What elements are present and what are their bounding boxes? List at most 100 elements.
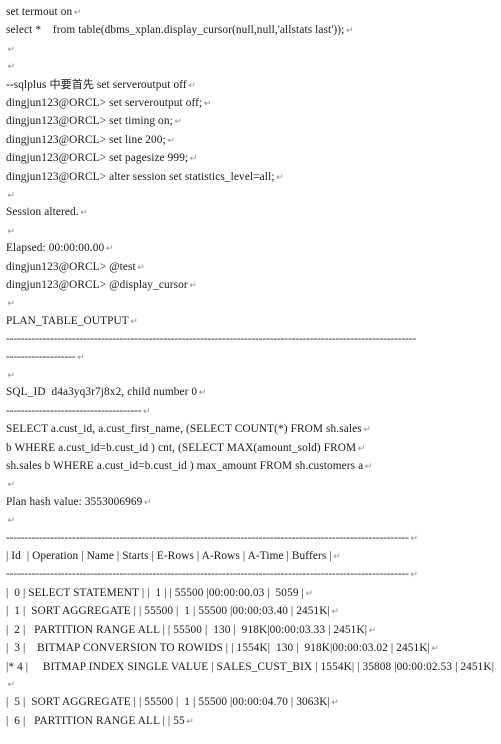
paragraph-mark: ↵: [7, 516, 16, 527]
transcript-line: Session altered. ↵: [6, 204, 495, 222]
transcript-line: SELECT a.cust_id, a.cust_first_name, (SE…: [6, 421, 495, 439]
paragraph-mark: ↵: [7, 44, 16, 55]
paragraph-mark: ↵: [143, 497, 152, 508]
transcript-line: Elapsed: 00:00:00.00 ↵: [6, 240, 495, 258]
transcript-line: dingjun123@ORCL> @test ↵: [6, 259, 495, 277]
line-text-tail: set serveroutput off: [93, 78, 187, 91]
paragraph-mark: ↵: [167, 135, 175, 146]
transcript-line: SQL_ID d4a3yq3r7j8x2, child number 0 ↵: [6, 384, 495, 402]
paragraph-mark: ↵: [7, 679, 16, 690]
line-text: | 0 | SELECT STATEMENT | | 1 | | 55500 |…: [6, 586, 304, 599]
line-text: | 6 | PARTITION RANGE ALL | | 55: [6, 714, 185, 727]
paragraph-mark: ↵: [331, 698, 340, 709]
line-text: b WHERE a.cust_id=b.cust_id ) cnt, (SELE…: [6, 441, 357, 454]
line-text: dingjun123@ORCL> @test: [6, 260, 136, 273]
line-text: | 3 | BITMAP CONVERSION TO ROWIDS | | 15…: [6, 642, 430, 655]
paragraph-mark: ↵: [77, 352, 85, 363]
blank-line: ↵: [6, 476, 495, 493]
line-text: SQL_ID d4a3yq3r7j8x2, child number 0: [6, 386, 198, 399]
line-text: | 1 | SORT AGGREGATE | | 55500 | 1 | 555…: [6, 605, 330, 618]
separator-rule: ----------------------------------------…: [6, 568, 418, 581]
transcript-line: | 5 | SORT AGGREGATE | | 55500 | 1 | 555…: [6, 694, 495, 712]
paragraph-mark: ↵: [174, 117, 182, 128]
line-text: dingjun123@ORCL> alter session set stati…: [6, 170, 275, 183]
paragraph-mark: ↵: [80, 208, 88, 219]
transcript-line: | Id | Operation | Name | Starts | E-Row…: [6, 548, 495, 566]
paragraph-mark: ↵: [7, 299, 16, 310]
line-text: | 5 | SORT AGGREGATE | | 55500 | 1 | 555…: [6, 696, 330, 709]
transcript-line: dingjun123@ORCL> @display_cursor ↵: [6, 277, 495, 295]
paragraph-mark: ↵: [276, 172, 284, 183]
blank-line: ↵: [6, 295, 495, 312]
paragraph-mark: ↵: [188, 80, 196, 91]
transcript-line: PLAN_TABLE_OUTPUT ↵: [6, 313, 495, 331]
paragraph-mark: ↵: [143, 406, 151, 417]
paragraph-mark: ↵: [7, 371, 16, 382]
transcript-line: dingjun123@ORCL> set line 200; ↵: [6, 132, 495, 150]
paragraph-mark: ↵: [410, 533, 418, 544]
transcript-line: Plan hash value: 3553006969 ↵: [6, 494, 495, 512]
transcript-line: | 3 | BITMAP CONVERSION TO ROWIDS | | 15…: [6, 640, 495, 658]
separator-rule: ----------------------------------------…: [6, 333, 417, 346]
paragraph-mark: ↵: [357, 443, 366, 454]
paragraph-mark: ↵: [130, 316, 138, 327]
transcript-line: select * from table(dbms_xplan.display_c…: [6, 22, 495, 40]
transcript-line: set termout on ↵: [6, 4, 495, 22]
line-text: |* 4 | BITMAP INDEX SINGLE VALUE | SALES…: [6, 660, 495, 673]
line-text: Session altered.: [6, 206, 79, 219]
line-text: dingjun123@ORCL> set pagesize 999;: [6, 152, 189, 165]
line-text-cjk: 中要首先: [49, 77, 94, 91]
transcript-line: --sqlplus 中要首先 set serveroutput off ↵: [6, 76, 495, 95]
line-text: --sqlplus: [6, 78, 50, 91]
line-text: dingjun123@ORCL> @display_cursor: [6, 279, 188, 292]
paragraph-mark: ↵: [305, 588, 314, 599]
paragraph-mark: ↵: [189, 281, 197, 292]
transcript-line: dingjun123@ORCL> set serveroutput off; ↵: [6, 95, 495, 113]
transcript-line: sh.sales b WHERE a.cust_id=b.cust_id ) m…: [6, 458, 495, 476]
transcript-line: dingjun123@ORCL> set pagesize 999; ↵: [6, 150, 495, 168]
line-text: | 2 | PARTITION RANGE ALL | | 55500 | 13…: [6, 623, 368, 636]
separator-rule: ----------------------------------------…: [6, 531, 418, 544]
paragraph-mark: ↵: [331, 607, 340, 618]
line-text: dingjun123@ORCL> set serveroutput off;: [6, 97, 203, 109]
transcript-line: b WHERE a.cust_id=b.cust_id ) cnt, (SELE…: [6, 440, 495, 458]
transcript-line: | 0 | SELECT STATEMENT | | 1 | | 55500 |…: [6, 585, 495, 603]
paragraph-mark: ↵: [410, 570, 418, 581]
paragraph-mark: ↵: [7, 62, 16, 73]
paragraph-mark: ↵: [105, 244, 114, 255]
line-text: sh.sales b WHERE a.cust_id=b.cust_id ) m…: [6, 460, 364, 473]
paragraph-mark: ↵: [333, 552, 341, 563]
line-text: PLAN_TABLE_OUTPUT: [6, 314, 129, 327]
transcript-line: | 6 | PARTITION RANGE ALL | | 55 ↵: [6, 713, 495, 731]
line-text: Plan hash value: 3553006969: [6, 495, 143, 508]
paragraph-mark: ↵: [431, 644, 440, 655]
transcript-line: dingjun123@ORCL> set timing on; ↵: [6, 113, 495, 131]
paragraph-mark: ↵: [345, 26, 354, 37]
transcript-line: | 2 | PARTITION RANGE ALL | | 55500 | 13…: [6, 622, 495, 640]
transcript-line: |* 4 | BITMAP INDEX SINGLE VALUE | SALES…: [6, 659, 495, 695]
blank-line: ↵: [6, 58, 495, 75]
line-text: dingjun123@ORCL> set timing on;: [6, 115, 173, 128]
paragraph-mark: ↵: [7, 226, 16, 237]
paragraph-mark: ↵: [364, 462, 373, 473]
line-text: | Id | Operation | Name | Starts | E-Row…: [6, 550, 332, 563]
paragraph-mark: ↵: [198, 388, 207, 399]
blank-line: ↵: [6, 512, 495, 529]
line-text: select * from table(dbms_xplan.display_c…: [6, 24, 345, 37]
line-text: SELECT a.cust_id, a.cust_first_name, (SE…: [6, 423, 362, 436]
line-text: Elapsed: 00:00:00.00: [6, 242, 105, 255]
blank-line: ↵: [6, 367, 495, 384]
blank-line: ↵: [6, 187, 495, 204]
paragraph-mark: ↵: [189, 154, 198, 165]
paragraph-mark: ↵: [363, 425, 371, 436]
separator-rule-continuation: ------------------- ↵: [6, 350, 85, 363]
document-body: set termout on ↵ select * from table(dbms_…: [0, 0, 501, 731]
transcript-line: dingjun123@ORCL> alter session set stati…: [6, 169, 495, 187]
paragraph-mark: ↵: [203, 99, 212, 109]
paragraph-mark: ↵: [7, 480, 16, 491]
transcript-line: | 1 | SORT AGGREGATE | | 55500 | 1 | 555…: [6, 603, 495, 621]
paragraph-mark: ↵: [7, 191, 16, 202]
paragraph-mark: ↵: [186, 716, 194, 727]
line-text: set termout on: [6, 6, 73, 18]
separator-rule-short: ------------------------------------- ↵: [6, 404, 151, 417]
